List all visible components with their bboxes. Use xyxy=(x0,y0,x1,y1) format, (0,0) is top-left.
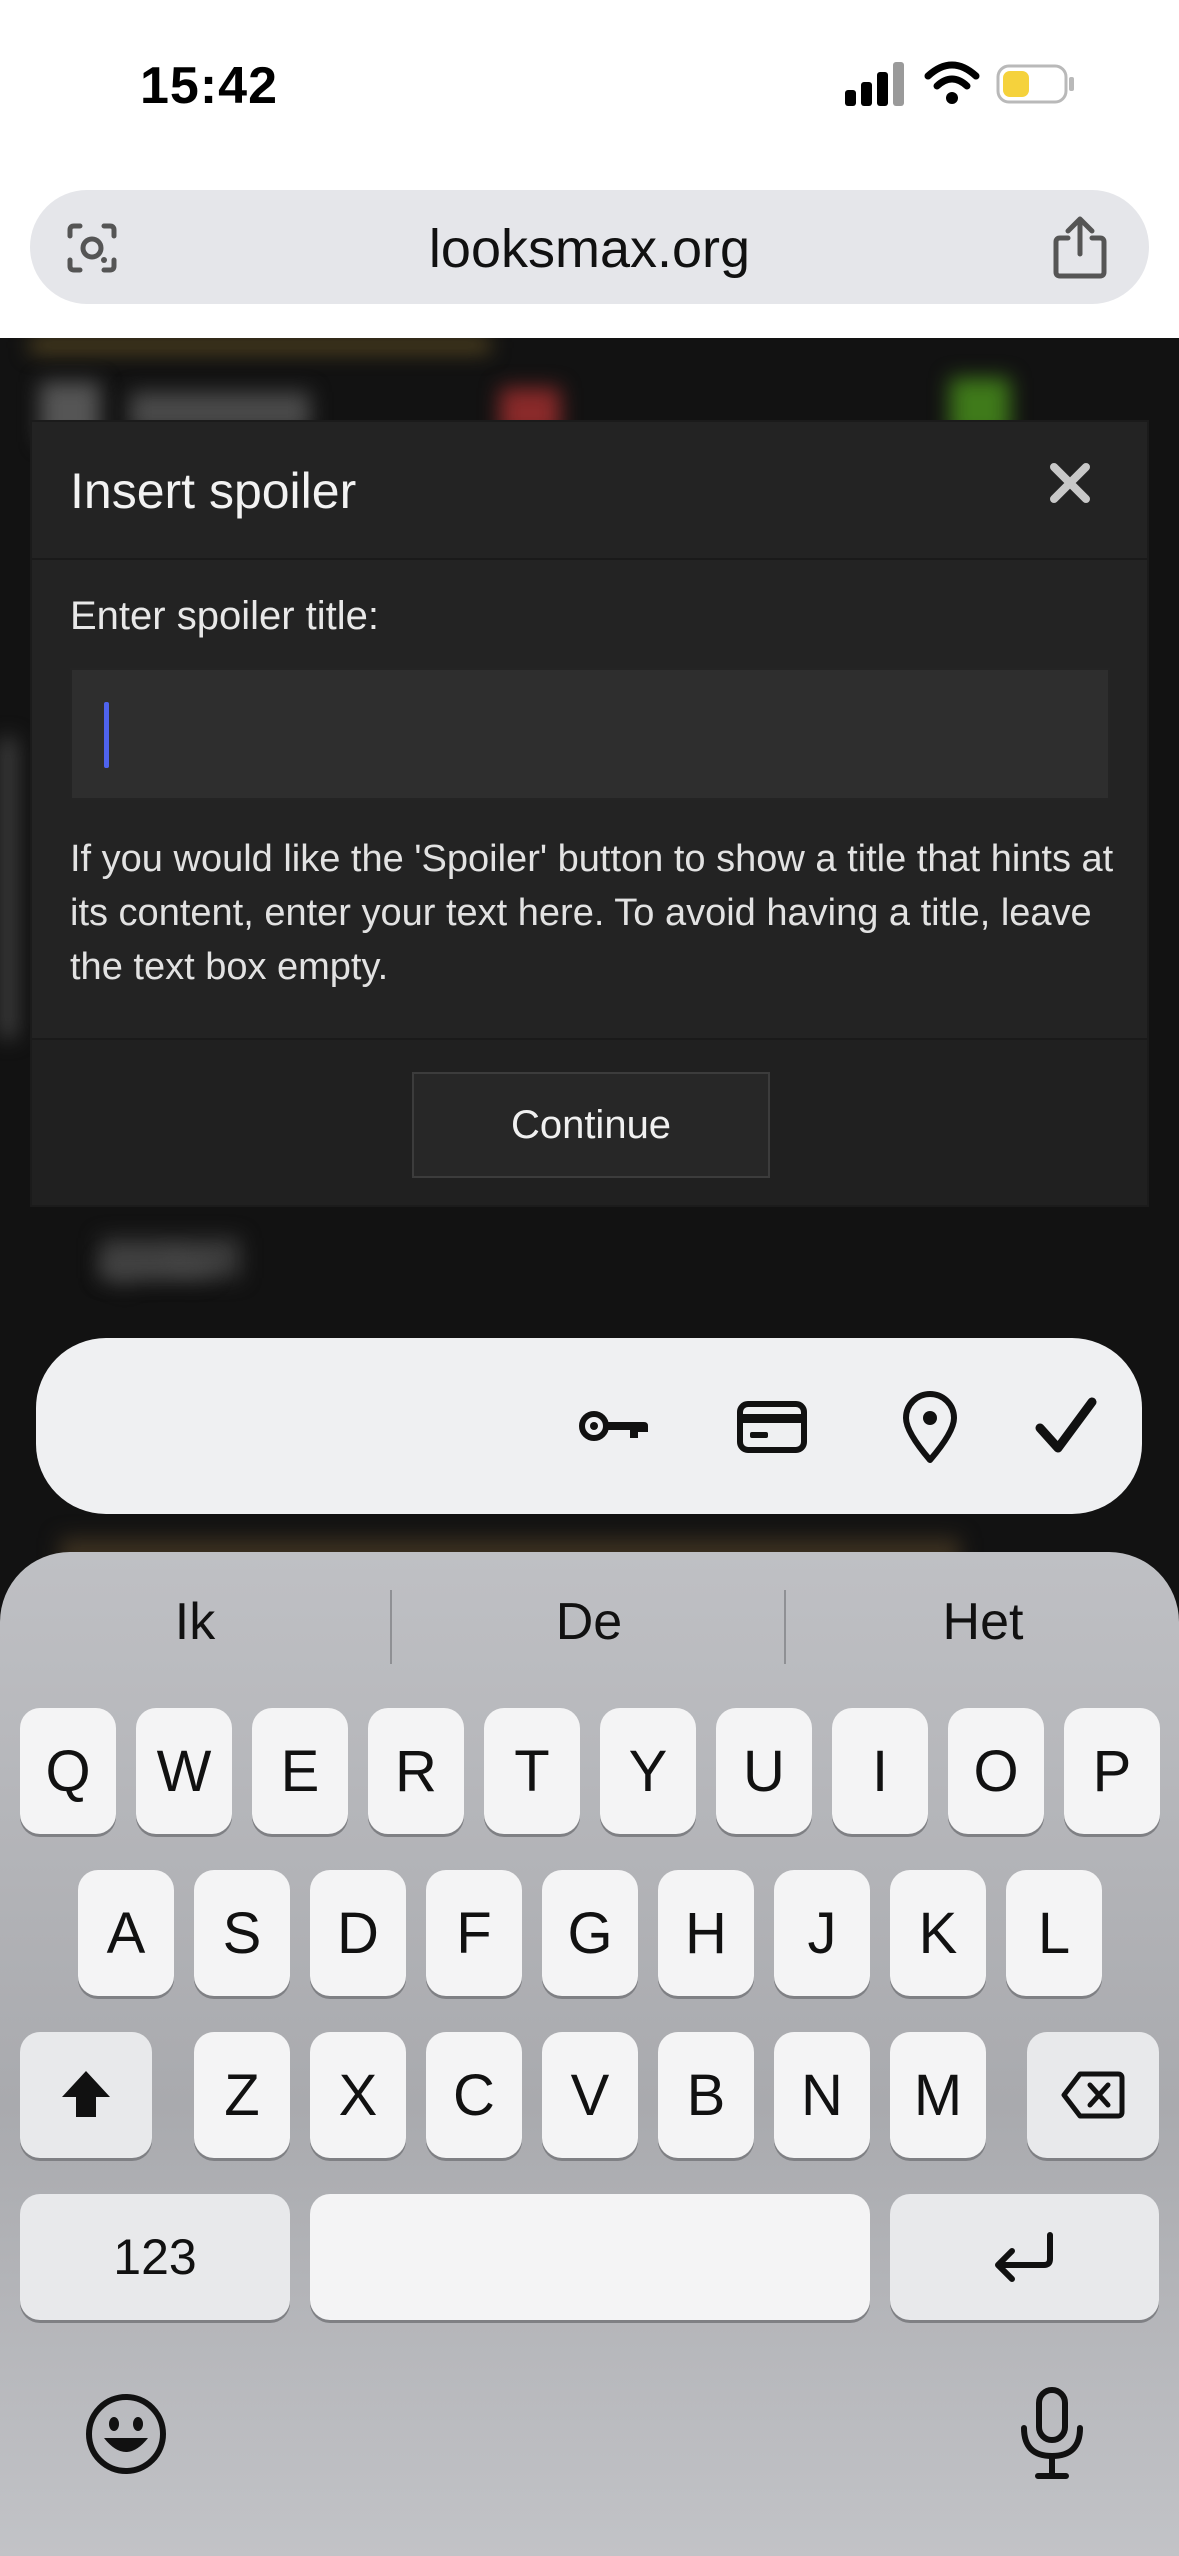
key-a[interactable]: A xyxy=(78,1870,174,1996)
key-e[interactable]: E xyxy=(252,1708,348,1834)
key-s[interactable]: S xyxy=(194,1870,290,1996)
key-w[interactable]: W xyxy=(136,1708,232,1834)
emoji-icon[interactable] xyxy=(84,2392,168,2476)
space-key[interactable] xyxy=(310,2194,870,2320)
numbers-key[interactable]: 123 xyxy=(20,2194,290,2320)
key-n[interactable]: N xyxy=(774,2032,870,2158)
status-bar: 15:42 xyxy=(0,0,1179,170)
shift-icon xyxy=(62,2071,110,2117)
key-z[interactable]: Z xyxy=(194,2032,290,2158)
dialog-title: Insert spoiler xyxy=(70,463,357,519)
spoiler-title-input[interactable] xyxy=(70,668,1110,800)
key-y[interactable]: Y xyxy=(600,1708,696,1834)
insert-spoiler-dialog: Insert spoiler Enter spoiler title: If y… xyxy=(30,420,1149,1207)
suggestion-2[interactable]: De xyxy=(394,1592,784,1652)
key-f[interactable]: F xyxy=(426,1870,522,1996)
close-icon[interactable] xyxy=(1047,460,1093,506)
battery-icon xyxy=(996,64,1076,104)
suggestion-divider xyxy=(390,1590,392,1664)
key-icon[interactable] xyxy=(574,1386,654,1466)
text-cursor xyxy=(104,702,109,768)
return-icon xyxy=(994,2232,1053,2282)
status-time: 15:42 xyxy=(140,57,278,115)
key-l[interactable]: L xyxy=(1006,1870,1102,1996)
key-m[interactable]: M xyxy=(890,2032,986,2158)
key-p[interactable]: P xyxy=(1064,1708,1160,1834)
key-g[interactable]: G xyxy=(542,1870,638,1996)
wifi-icon xyxy=(924,58,980,106)
suggestion-3[interactable]: Het xyxy=(788,1592,1178,1652)
key-o[interactable]: O xyxy=(948,1708,1044,1834)
url-text[interactable]: looksmax.org xyxy=(30,218,1149,280)
shift-key[interactable] xyxy=(20,2032,152,2158)
suggestion-divider xyxy=(784,1590,786,1664)
autofill-bar xyxy=(36,1338,1142,1514)
continue-button[interactable]: Continue xyxy=(412,1072,770,1178)
key-h[interactable]: H xyxy=(658,1870,754,1996)
credit-card-icon[interactable] xyxy=(732,1386,812,1466)
share-icon[interactable] xyxy=(1050,214,1110,280)
key-i[interactable]: I xyxy=(832,1708,928,1834)
microphone-icon[interactable] xyxy=(1010,2386,1094,2482)
background-spoiler-label: spoiler xyxy=(100,1244,218,1288)
spoiler-title-label: Enter spoiler title: xyxy=(70,594,380,638)
signal-icon xyxy=(845,62,905,106)
location-pin-icon[interactable] xyxy=(890,1386,970,1466)
key-x[interactable]: X xyxy=(310,2032,406,2158)
key-k[interactable]: K xyxy=(890,1870,986,1996)
backspace-icon xyxy=(1061,2071,1125,2119)
key-t[interactable]: T xyxy=(484,1708,580,1834)
key-c[interactable]: C xyxy=(426,2032,522,2158)
keyboard: Ik De Het Q W E R T Y U I O P A S D F G … xyxy=(0,1552,1179,2556)
key-v[interactable]: V xyxy=(542,2032,638,2158)
key-r[interactable]: R xyxy=(368,1708,464,1834)
key-j[interactable]: J xyxy=(774,1870,870,1996)
return-key[interactable] xyxy=(890,2194,1159,2320)
key-b[interactable]: B xyxy=(658,2032,754,2158)
suggestion-1[interactable]: Ik xyxy=(0,1592,390,1652)
address-bar[interactable]: looksmax.org xyxy=(30,190,1149,304)
spoiler-title-hint: If you would like the 'Spoiler' button t… xyxy=(70,838,1114,988)
checkmark-icon[interactable] xyxy=(1026,1386,1106,1466)
key-d[interactable]: D xyxy=(310,1870,406,1996)
delete-key[interactable] xyxy=(1027,2032,1159,2158)
dialog-divider xyxy=(32,558,1147,560)
key-u[interactable]: U xyxy=(716,1708,812,1834)
key-q[interactable]: Q xyxy=(20,1708,116,1834)
